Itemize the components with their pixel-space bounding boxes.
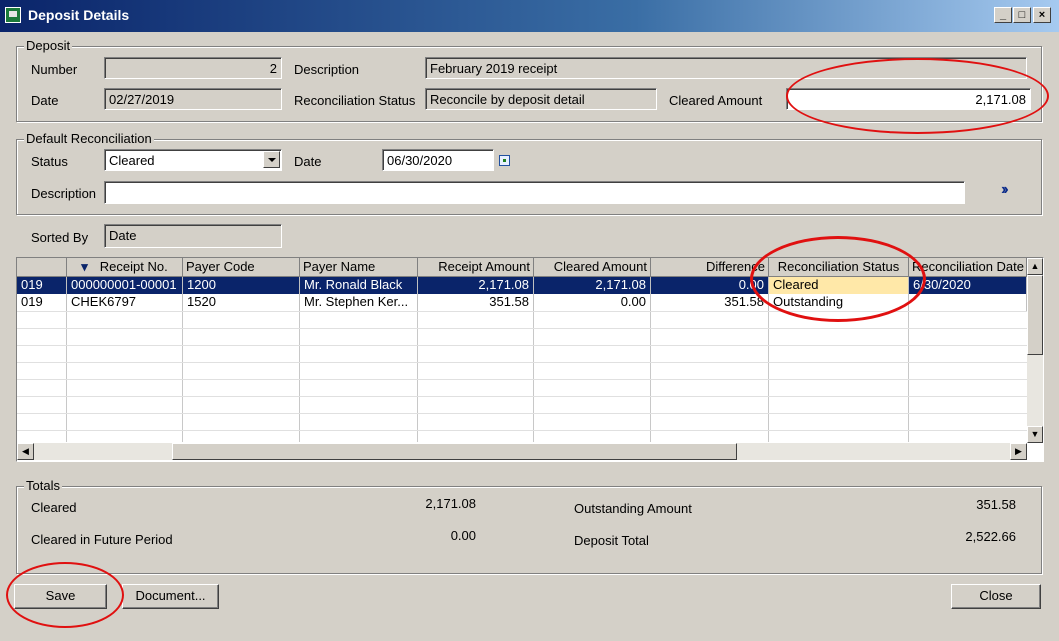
cleared-amount-field: 2,171.08 (786, 88, 1031, 110)
calendar-dot (503, 159, 506, 162)
row-line (17, 311, 1027, 312)
status-label: Status (31, 154, 68, 169)
deposit-total-value: 2,522.66 (965, 529, 1016, 544)
cell-payer-code: 1520 (183, 294, 300, 311)
date-label: Date (31, 93, 59, 108)
scroll-left-icon[interactable]: ◀ (17, 443, 34, 460)
status-dropdown[interactable]: Cleared (104, 149, 282, 171)
col-header-receipt-amount[interactable]: Receipt Amount (418, 258, 534, 277)
outstanding-amount-label: Outstanding Amount (574, 501, 692, 516)
col-header-date[interactable] (17, 258, 67, 277)
vertical-scrollbar[interactable]: ▲ ▼ (1027, 258, 1043, 443)
double-chevron-right-icon[interactable]: ›› (1001, 181, 1008, 199)
cell-difference: 351.58 (651, 294, 769, 311)
col-header-recon-date[interactable]: Reconciliation Date (909, 258, 1027, 277)
close-button[interactable]: Close (951, 584, 1041, 609)
totals-group (16, 486, 1042, 574)
date-field: 02/27/2019 (104, 88, 282, 110)
row-line (17, 379, 1027, 380)
totals-cleared-value: 2,171.08 (425, 496, 476, 511)
cell-recon-status[interactable]: Outstanding (769, 294, 909, 311)
totals-cleared-label: Cleared (31, 500, 77, 515)
sorted-by-label: Sorted By (31, 230, 89, 245)
description-field: February 2019 receipt (425, 57, 1027, 79)
cell-cleared-amount: 0.00 (534, 294, 651, 311)
sorted-by-field: Date (104, 224, 282, 248)
col-header-payer-name[interactable]: Payer Name (300, 258, 418, 277)
calendar-icon[interactable] (499, 155, 510, 166)
row-line (17, 413, 1027, 414)
status-dropdown-value: Cleared (109, 153, 155, 168)
horizontal-scrollbar[interactable]: ◀ ▶ (17, 443, 1027, 460)
future-period-label: Cleared in Future Period (31, 532, 173, 547)
deposit-legend: Deposit (24, 38, 73, 53)
maximize-button[interactable]: □ (1013, 7, 1031, 23)
col-header-payer-code[interactable]: Payer Code (183, 258, 300, 277)
outstanding-amount-value: 351.58 (976, 497, 1016, 512)
row-line (17, 328, 1027, 329)
cell-payer-name: Mr. Ronald Black (300, 277, 418, 294)
cell-receipt-amount: 2,171.08 (418, 277, 534, 294)
document-button[interactable]: Document... (122, 584, 219, 609)
cell-difference: 0.00 (651, 277, 769, 294)
cell-date: 019 (17, 294, 67, 311)
scroll-right-icon[interactable]: ▶ (1010, 443, 1027, 460)
row-line (17, 362, 1027, 363)
table-row[interactable]: 019 000000001-00001 1200 Mr. Ronald Blac… (17, 277, 1027, 294)
row-line (17, 430, 1027, 431)
receipts-table[interactable]: ▾ Receipt No. Payer Code Payer Name Recei… (16, 257, 1044, 462)
recon-status-label: Reconciliation Status (294, 93, 416, 108)
row-line (17, 345, 1027, 346)
scroll-down-icon[interactable]: ▼ (1027, 426, 1043, 443)
cell-receipt-amount: 351.58 (418, 294, 534, 311)
cell-date: 019 (17, 277, 67, 294)
chevron-down-icon[interactable] (263, 151, 280, 168)
cell-recon-date: 6/30/2020 (909, 277, 1027, 294)
window-title: Deposit Details (28, 7, 130, 23)
col-header-cleared-amount[interactable]: Cleared Amount (534, 258, 651, 277)
recon-status-field: Reconcile by deposit detail (425, 88, 657, 110)
col-header-difference[interactable]: Difference (651, 258, 769, 277)
future-period-value: 0.00 (450, 528, 476, 543)
vertical-scroll-thumb[interactable] (1027, 275, 1043, 355)
cell-receipt-no: 000000001-00001 (67, 277, 183, 294)
close-window-button[interactable]: × (1033, 7, 1051, 23)
horizontal-scroll-thumb[interactable] (172, 443, 737, 460)
description-label: Description (294, 62, 360, 77)
col-header-recon-status[interactable]: Reconciliation Status (769, 258, 909, 277)
filter-icon: ▾ (81, 259, 88, 274)
cell-payer-code: 1200 (183, 277, 300, 294)
cell-payer-name: Mr. Stephen Ker... (300, 294, 418, 311)
recon-description-label: Description (31, 186, 97, 201)
col-header-receipt-no[interactable]: ▾ Receipt No. (67, 258, 183, 277)
cell-recon-status[interactable]: Cleared (769, 277, 909, 294)
app-icon (5, 7, 21, 23)
number-field: 2 (104, 57, 282, 79)
row-line (17, 396, 1027, 397)
scroll-up-icon[interactable]: ▲ (1027, 258, 1043, 275)
minimize-button[interactable]: _ (994, 7, 1012, 23)
number-label: Number (31, 62, 78, 77)
cell-recon-date (909, 294, 1027, 311)
table-row[interactable]: 019 CHEK6797 1520 Mr. Stephen Ker... 351… (17, 294, 1027, 311)
totals-legend: Totals (24, 478, 62, 493)
cell-receipt-no: CHEK6797 (67, 294, 183, 311)
deposit-total-label: Deposit Total (574, 533, 649, 548)
cleared-amount-label: Cleared Amount (669, 93, 763, 108)
recon-date-label: Date (294, 154, 322, 169)
save-button[interactable]: Save (14, 584, 107, 609)
default-recon-legend: Default Reconciliation (24, 131, 154, 146)
title-bar: Deposit Details _ □ × (0, 0, 1059, 32)
recon-date-input[interactable]: 06/30/2020 (382, 149, 494, 171)
recon-description-input[interactable] (104, 181, 965, 204)
cell-cleared-amount: 2,171.08 (534, 277, 651, 294)
